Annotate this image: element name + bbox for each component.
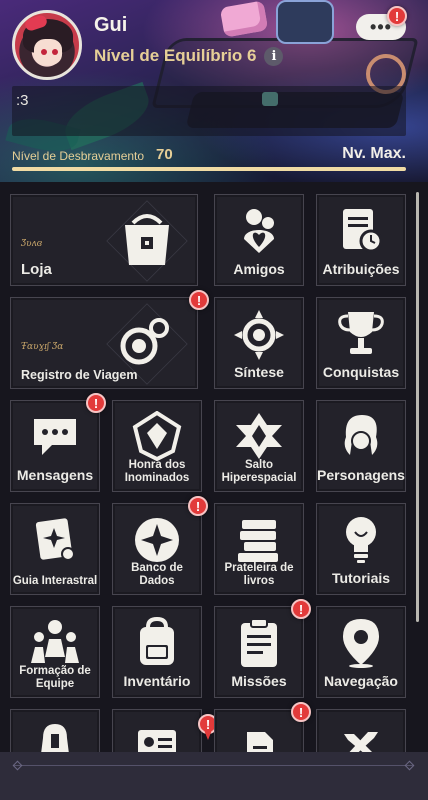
- messages-icon: [34, 419, 76, 455]
- signature-field[interactable]: :3: [12, 86, 406, 136]
- tile-label: Atribuições: [322, 261, 400, 277]
- tile-assignments[interactable]: Atribuições: [316, 194, 406, 286]
- tile-label: Salto Hiperespacial: [221, 459, 297, 484]
- equilibrium-level: Nível de Equilíbrio 6 i: [94, 46, 284, 66]
- tile-characters[interactable]: Personagens: [316, 400, 406, 492]
- assignments-icon: [343, 209, 383, 253]
- tile-label: Personagens: [317, 467, 405, 483]
- shop-bag-icon: [125, 214, 169, 265]
- avatar[interactable]: [12, 10, 82, 80]
- tile-label: Registro de Viagem: [21, 368, 138, 382]
- divider-ornament: [404, 760, 415, 771]
- equilibrium-level-label: Nível de Equilíbrio 6: [94, 46, 257, 65]
- trailblaze-level-label: Nível de Desbravamento: [12, 149, 145, 163]
- alert-icon: !: [291, 702, 311, 722]
- tile-achievements[interactable]: Conquistas: [316, 297, 406, 389]
- lightbulb-icon: [346, 517, 376, 563]
- background-art: [219, 0, 269, 38]
- tile-document[interactable]: [214, 709, 304, 752]
- interastral-guide-icon: [35, 518, 75, 561]
- tile-label: Honra dos Inominados: [124, 459, 190, 484]
- avatar-eye: [52, 49, 58, 55]
- tile-team-setup[interactable]: Formação de Equipe: [10, 606, 100, 698]
- username: Gui: [94, 14, 128, 36]
- clipboard-icon: [241, 618, 277, 667]
- alert-icon: !: [291, 599, 311, 619]
- databank-icon: [135, 518, 179, 562]
- friends-icon: [244, 209, 274, 253]
- trailblaze-max-label: Nv. Max.: [342, 145, 406, 162]
- map-pin-icon: [343, 619, 379, 668]
- scrollbar[interactable]: [416, 192, 419, 622]
- tile-databank[interactable]: Banco de Dados: [112, 503, 202, 595]
- alert-pointer: [204, 730, 212, 740]
- divider-ornament: [12, 760, 23, 771]
- trailblaze-level: Nível de Desbravamento 70 Nv. Max.: [12, 145, 406, 167]
- tile-tutorials[interactable]: Tutoriais: [316, 503, 406, 595]
- travel-log-icon: [120, 318, 169, 365]
- alert-icon: !: [387, 6, 407, 26]
- tile-friends[interactable]: Amigos: [214, 194, 304, 286]
- tile-tools[interactable]: [316, 709, 406, 752]
- tools-icon: [344, 732, 378, 752]
- backpack-icon: [140, 617, 174, 665]
- alert-icon: !: [86, 393, 106, 413]
- document-icon: [247, 732, 273, 752]
- tile-label: Missões: [231, 673, 287, 689]
- trophy-icon: [338, 312, 384, 354]
- tile-label: Amigos: [233, 261, 285, 277]
- tile-label: Síntese: [234, 364, 284, 380]
- tile-id-card[interactable]: [112, 709, 202, 752]
- tile-shop[interactable]: Ʒʋʌɞ Loja: [10, 194, 198, 286]
- trailblaze-progress-fill: [12, 167, 406, 171]
- tile-label: Tutoriais: [331, 570, 391, 586]
- trailblaze-level-value: 70: [156, 146, 173, 163]
- tile-navigation[interactable]: Navegação: [316, 606, 406, 698]
- tile-bell[interactable]: [10, 709, 100, 752]
- background-art: [276, 0, 334, 44]
- tile-travel-log[interactable]: Ŧɑʋɣɪʃ Ʒɑ Registro de Viagem: [10, 297, 198, 389]
- tile-nameless-honor[interactable]: Honra dos Inominados: [112, 400, 202, 492]
- info-icon[interactable]: i: [264, 46, 284, 66]
- divider: [14, 765, 414, 766]
- tile-label: Loja: [21, 261, 52, 278]
- tile-label: Banco de Dados: [131, 562, 183, 587]
- tile-interastral-guide[interactable]: Guia Interastral: [10, 503, 100, 595]
- nameless-honor-icon: [132, 411, 182, 461]
- trailblaze-progress-bar: [12, 167, 406, 171]
- tile-glyph-caption: Ʒʋʌɞ: [21, 239, 43, 249]
- alert-icon: !: [188, 496, 208, 516]
- tile-label: Formação de Equipe: [19, 665, 91, 690]
- tile-label: Navegação: [324, 673, 398, 689]
- tile-inventory[interactable]: Inventário: [112, 606, 202, 698]
- tile-label: Mensagens: [16, 467, 94, 483]
- avatar-eye: [41, 49, 47, 55]
- warp-icon: [236, 413, 282, 459]
- tile-label: Guia Interastral: [12, 575, 98, 587]
- tile-warp[interactable]: Salto Hiperespacial: [214, 400, 304, 492]
- bookshelf-icon: [238, 520, 278, 562]
- tile-messages[interactable]: Mensagens: [10, 400, 100, 492]
- tile-label: Prateleira de livros: [224, 562, 294, 587]
- tile-glyph-caption: Ŧɑʋɣɪʃ Ʒɑ: [21, 342, 64, 352]
- bottom-bar: [0, 752, 428, 800]
- id-card-icon: [138, 730, 176, 752]
- tile-label: Conquistas: [322, 364, 400, 380]
- menu-grid: Ʒʋʌɞ Loja Amigos Atribuições Ŧɑʋɣɪʃ Ʒɑ R…: [0, 182, 428, 752]
- tile-bookshelf[interactable]: Prateleira de livros: [214, 503, 304, 595]
- synthesis-icon: [234, 310, 284, 360]
- tile-label: Inventário: [123, 673, 191, 689]
- characters-icon: [344, 415, 378, 455]
- team-setup-icon: [31, 620, 79, 663]
- alert-icon: !: [189, 290, 209, 310]
- profile-header: Gui Nível de Equilíbrio 6 i ••• ! :3 Nív…: [0, 0, 428, 182]
- tile-synthesis[interactable]: Síntese: [214, 297, 304, 389]
- tile-missions[interactable]: Missões: [214, 606, 304, 698]
- bell-icon: [41, 724, 69, 752]
